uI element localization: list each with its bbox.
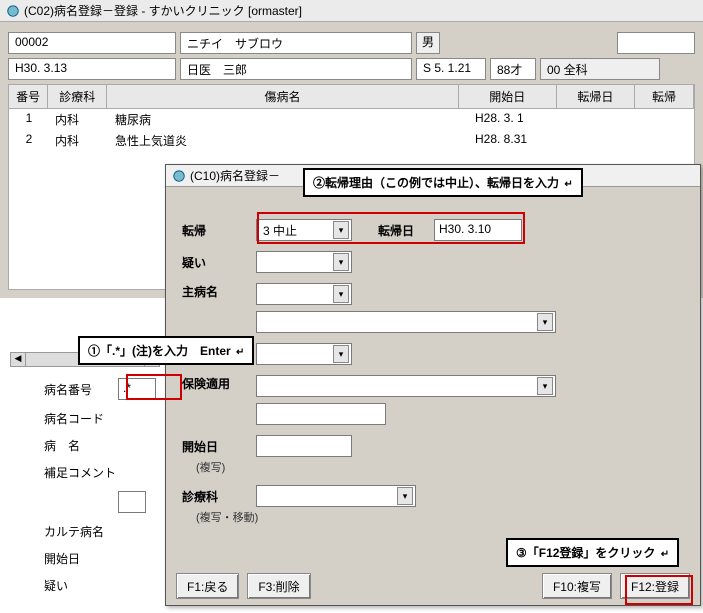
main-disease-select[interactable]: ▾ — [256, 283, 352, 305]
main-disease-label: 主病名 — [176, 283, 256, 300]
cell-num: 2 — [9, 130, 49, 151]
main-title: (C02)病名登録－登録 - すかいクリニック [ormaster] — [24, 2, 302, 19]
utagai-label2: 疑い — [176, 254, 256, 271]
sex-button[interactable]: 男 — [416, 32, 440, 54]
callout-1: ①「.*」(注)を入力 Enter — [78, 336, 254, 365]
cell-name: 急性上気道炎 — [109, 130, 469, 151]
dept-dropdown[interactable]: 00 全科 — [540, 58, 660, 80]
chevron-down-icon: ▾ — [537, 377, 553, 395]
callout-3: ③「F12登録」をクリック — [506, 538, 679, 567]
dept-select[interactable]: ▾ — [256, 485, 416, 507]
col-sdate[interactable]: 開始日 — [459, 85, 557, 108]
karte-label: カルテ病名 — [44, 523, 118, 540]
col-name[interactable]: 傷病名 — [107, 85, 459, 108]
doctor-input[interactable]: 日医 三郎 — [180, 58, 412, 80]
chevron-down-icon: ▾ — [333, 253, 349, 271]
main-titlebar: (C02)病名登録－登録 - すかいクリニック [ormaster] — [0, 0, 703, 22]
cell-num: 1 — [9, 109, 49, 130]
chevron-down-icon: ▾ — [537, 313, 553, 331]
age-input: 88才 — [490, 58, 536, 80]
cell-sdate: H28. 3. 1 — [469, 109, 569, 130]
cell-sdate: H28. 8.31 — [469, 130, 569, 151]
table-row[interactable]: 1 内科 糖尿病 H28. 3. 1 — [9, 109, 694, 130]
col-num[interactable]: 番号 — [9, 85, 48, 108]
dob-input[interactable]: H30. 3.13 — [8, 58, 176, 80]
app-icon — [6, 4, 20, 18]
highlight-tenki — [257, 212, 525, 244]
cell-dept: 内科 — [49, 109, 109, 130]
button-bar: F1:戻る F3:削除 F10:複写 F12:登録 — [176, 573, 690, 599]
hoken-select[interactable]: ▾ — [256, 375, 556, 397]
col-tk[interactable]: 転帰 — [635, 85, 694, 108]
tenki-label: 転帰 — [176, 222, 256, 239]
disease-no-label: 病名番号 — [44, 381, 118, 398]
f3-delete-button[interactable]: F3:削除 — [247, 573, 310, 599]
col-dept[interactable]: 診療科 — [48, 85, 107, 108]
callout-2: ②転帰理由（この例では中止）、転帰日を入力 — [303, 168, 583, 197]
hoken-input[interactable] — [256, 403, 386, 425]
highlight-input-1 — [126, 374, 182, 400]
cell-dept: 内科 — [49, 130, 109, 151]
comment-label: 補足コメント — [44, 464, 118, 481]
utagai-select[interactable]: ▾ — [256, 251, 352, 273]
start-sub: (複写) — [176, 459, 256, 475]
table-row[interactable]: 2 内科 急性上気道炎 H28. 8.31 — [9, 130, 694, 151]
disease-label: 病 名 — [44, 437, 118, 454]
first-visit-input: S 5. 1.21 — [416, 58, 486, 80]
patient-name-kana: ニチイ サブロウ — [180, 32, 412, 54]
utagai-label: 疑い — [44, 577, 118, 594]
app-icon — [172, 169, 186, 183]
patient-number-input[interactable]: 00002 — [8, 32, 176, 54]
unknown-top-input[interactable] — [617, 32, 695, 54]
disease-code-label: 病名コード — [44, 410, 118, 427]
left-form: 病名番号 .* 病名コード 病 名 補足コメント カルテ病名 開始日 疑い — [44, 378, 156, 604]
main-disease-select2[interactable]: ▾ — [256, 311, 556, 333]
dept-sub: (複写・移動) — [176, 509, 286, 525]
chevron-down-icon: ▾ — [333, 285, 349, 303]
hoken-label: 保険適用 — [176, 375, 256, 392]
nyugai-select[interactable]: ▾ — [256, 343, 352, 365]
highlight-f12 — [625, 575, 693, 605]
col-edate[interactable]: 転帰日 — [557, 85, 635, 108]
f1-back-button[interactable]: F1:戻る — [176, 573, 239, 599]
dept-label: 診療科 — [176, 488, 256, 505]
start-input[interactable] — [256, 435, 352, 457]
comment-input[interactable] — [118, 491, 146, 513]
cell-name: 糖尿病 — [109, 109, 469, 130]
f10-copy-button[interactable]: F10:複写 — [542, 573, 612, 599]
chevron-down-icon: ▾ — [397, 487, 413, 505]
chevron-down-icon: ▾ — [333, 345, 349, 363]
sdate-label: 開始日 — [44, 550, 118, 567]
sub-title: (C10)病名登録－ — [190, 167, 280, 184]
start-label: 開始日 — [176, 438, 256, 455]
